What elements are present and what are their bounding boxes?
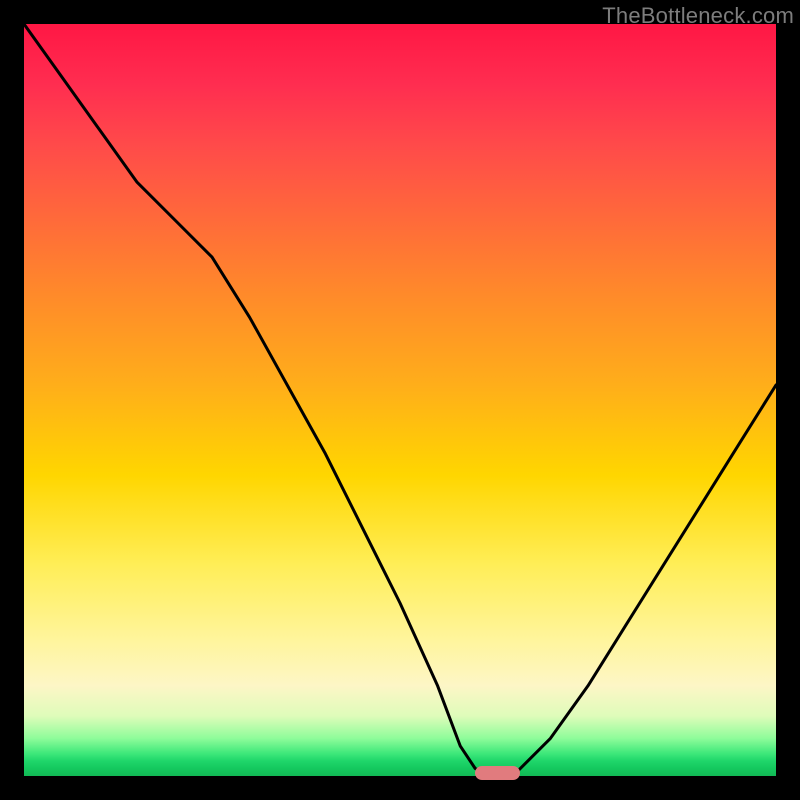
plot-area bbox=[24, 24, 776, 776]
watermark-text: TheBottleneck.com bbox=[602, 3, 794, 29]
chart-frame: TheBottleneck.com bbox=[0, 0, 800, 800]
minimum-marker bbox=[475, 766, 520, 780]
bottleneck-curve bbox=[24, 24, 776, 776]
